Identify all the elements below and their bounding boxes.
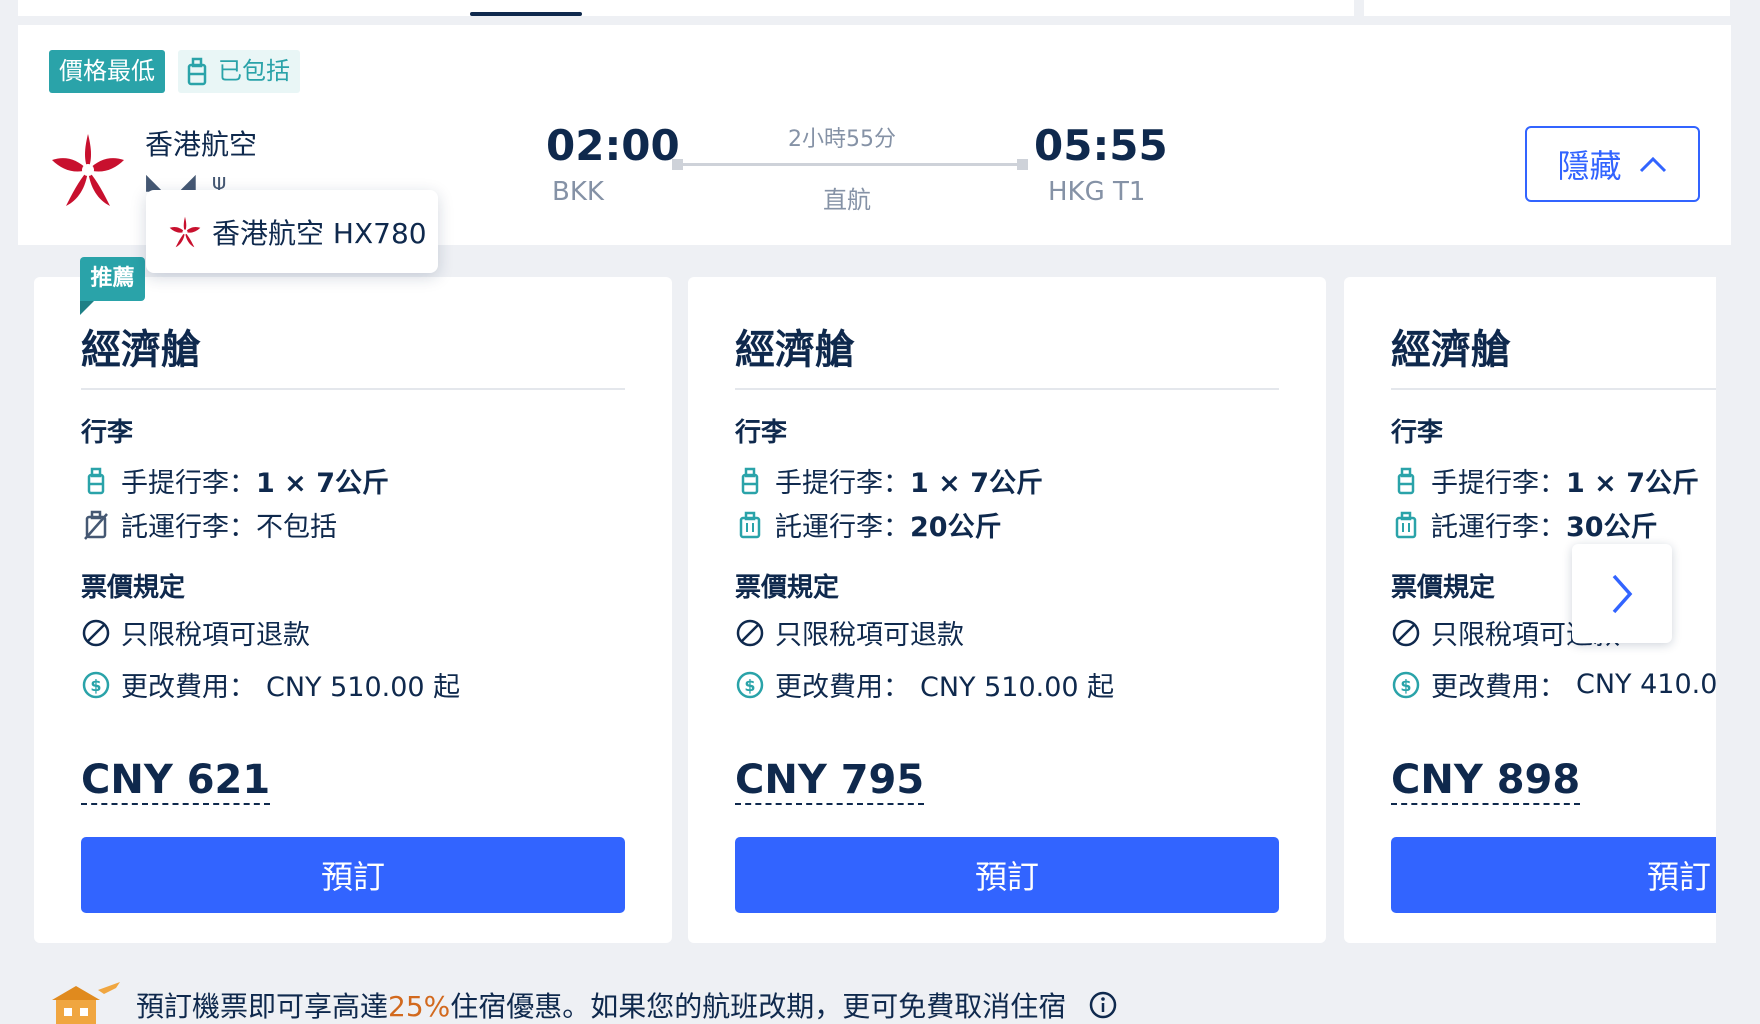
fare-card: 經濟艙 行李 手提行李： 1 × 7公斤 託運行李： 不包括 票價規定 只限稅項可退… bbox=[34, 277, 672, 943]
book-button[interactable]: 預訂 bbox=[1391, 837, 1716, 913]
cabin-class: 經濟艙 bbox=[735, 327, 855, 373]
fare-rules-heading: 票價規定 bbox=[81, 573, 186, 603]
hong-kong-airlines-logo-icon bbox=[169, 216, 201, 247]
no-checked-bag-icon bbox=[84, 510, 108, 540]
book-button[interactable]: 預訂 bbox=[81, 837, 625, 913]
tooltip-text: 香港航空 HX780 bbox=[212, 216, 427, 250]
divider bbox=[81, 388, 625, 390]
baggage-heading: 行李 bbox=[1391, 418, 1444, 448]
checked-bag-row: 託運行李： 不包括 bbox=[81, 505, 337, 544]
no-refund-icon bbox=[1392, 619, 1420, 646]
hotel-promo-banner: 預訂機票即可享高達25%住宿優惠。如果您的航班改期，更可免費取消住宿 bbox=[50, 980, 1118, 1024]
luggage-icon bbox=[87, 467, 105, 494]
hide-details-button[interactable]: 隱藏 bbox=[1525, 126, 1700, 202]
fare-price[interactable]: CNY 795 bbox=[735, 757, 925, 805]
fare-rules-heading: 票價規定 bbox=[1391, 573, 1496, 603]
svg-text:$: $ bbox=[90, 676, 101, 695]
carry-on-value: 1 × 7公斤 bbox=[910, 468, 1043, 499]
carry-on-value: 1 × 7公斤 bbox=[1566, 468, 1699, 499]
checked-bag-label: 託運行李： bbox=[1431, 512, 1566, 543]
tab-background-left[interactable] bbox=[18, 0, 1354, 16]
luggage-icon bbox=[1397, 467, 1415, 494]
carry-on-label: 手提行李： bbox=[1431, 468, 1566, 499]
route-line bbox=[672, 159, 1028, 170]
hotel-plane-icon bbox=[52, 982, 120, 1024]
info-icon[interactable] bbox=[1088, 990, 1118, 1020]
departure-time: 02:00 bbox=[546, 121, 680, 170]
checked-bag-value: 20公斤 bbox=[910, 512, 1002, 543]
cabin-class: 經濟艙 bbox=[1391, 327, 1511, 373]
svg-text:$: $ bbox=[744, 676, 755, 695]
recommended-badge: 推薦 bbox=[80, 257, 145, 315]
refund-rule-row: 只限稅項可退款 bbox=[81, 613, 310, 652]
fare-card: 經濟艙 行李 手提行李： 1 × 7公斤 託運行李： 20公斤 票價規定 只限稅項可… bbox=[688, 277, 1326, 943]
departure-airport: BKK bbox=[552, 177, 604, 207]
luggage-icon bbox=[187, 57, 207, 85]
checked-bag-icon bbox=[739, 511, 761, 538]
refund-rule-text: 只限稅項可退款 bbox=[775, 620, 964, 651]
carry-on-value: 1 × 7公斤 bbox=[256, 468, 389, 499]
change-fee-row: $ 更改費用： CNY 410.00 bbox=[1391, 665, 1716, 704]
baggage-heading: 行李 bbox=[735, 418, 788, 448]
airline-name: 香港航空 bbox=[145, 128, 258, 161]
svg-text:$: $ bbox=[1400, 676, 1411, 695]
change-fee-row: $ 更改費用： CNY 510.00 起 bbox=[81, 665, 460, 704]
hide-button-label: 隱藏 bbox=[1557, 147, 1622, 185]
included-tag: 已包括 bbox=[178, 50, 300, 93]
tab-background-right[interactable] bbox=[1364, 0, 1730, 16]
change-fee-row: $ 更改費用： CNY 510.00 起 bbox=[735, 665, 1114, 704]
promo-text: 預訂機票即可享高達25%住宿優惠。如果您的航班改期，更可免費取消住宿 bbox=[136, 985, 1066, 1024]
dollar-icon: $ bbox=[82, 671, 110, 698]
hong-kong-airlines-logo-icon bbox=[52, 134, 124, 206]
carry-on-label: 手提行李： bbox=[775, 468, 910, 499]
fare-price[interactable]: CNY 898 bbox=[1391, 757, 1581, 805]
luggage-icon bbox=[741, 467, 759, 494]
checked-bag-row: 託運行李： 20公斤 bbox=[735, 505, 1002, 544]
dollar-icon: $ bbox=[736, 671, 764, 698]
arrival-time: 05:55 bbox=[1034, 121, 1168, 170]
flight-duration: 2小時55分 bbox=[788, 127, 896, 152]
carry-on-row: 手提行李： 1 × 7公斤 bbox=[81, 461, 389, 500]
arrival-airport: HKG T1 bbox=[1048, 177, 1146, 207]
carry-on-row: 手提行李： 1 × 7公斤 bbox=[1391, 461, 1699, 500]
change-fee-label: 更改費用： bbox=[775, 672, 910, 703]
fare-price[interactable]: CNY 621 bbox=[81, 757, 271, 805]
divider bbox=[735, 388, 1279, 390]
refund-rule-text: 只限稅項可退款 bbox=[121, 620, 310, 651]
chevron-right-icon bbox=[1612, 574, 1633, 613]
checked-bag-value: 不包括 bbox=[256, 512, 337, 543]
checked-bag-icon bbox=[1395, 511, 1417, 538]
flight-number-tooltip: 香港航空 HX780 bbox=[146, 190, 438, 273]
book-button[interactable]: 預訂 bbox=[735, 837, 1279, 913]
no-refund-icon bbox=[82, 619, 110, 646]
checked-bag-row: 託運行李： 30公斤 bbox=[1391, 505, 1658, 544]
carry-on-row: 手提行李： 1 × 7公斤 bbox=[735, 461, 1043, 500]
baggage-heading: 行李 bbox=[81, 418, 134, 448]
chevron-up-icon bbox=[1639, 156, 1666, 173]
checked-bag-label: 託運行李： bbox=[121, 512, 256, 543]
cheapest-tag: 價格最低 bbox=[49, 50, 165, 93]
checked-bag-label: 託運行李： bbox=[775, 512, 910, 543]
change-fee-label: 更改費用： bbox=[121, 672, 256, 703]
promo-highlight: 25% bbox=[388, 990, 451, 1023]
promo-text-start: 預訂機票即可享高達 bbox=[136, 990, 389, 1023]
carousel-next-button[interactable] bbox=[1572, 544, 1672, 643]
checked-bag-value: 30公斤 bbox=[1566, 512, 1658, 543]
divider bbox=[1391, 388, 1716, 390]
dollar-icon: $ bbox=[1392, 671, 1420, 698]
promo-text-end: 住宿優惠。如果您的航班改期，更可免費取消住宿 bbox=[450, 990, 1067, 1023]
change-fee-value: CNY 510.00 起 bbox=[920, 672, 1115, 703]
flight-type: 直航 bbox=[823, 186, 871, 214]
active-tab-indicator bbox=[470, 12, 582, 16]
no-refund-icon bbox=[736, 619, 764, 646]
fare-rules-heading: 票價規定 bbox=[735, 573, 840, 603]
cabin-class: 經濟艙 bbox=[81, 327, 201, 373]
included-tag-label: 已包括 bbox=[218, 57, 290, 85]
change-fee-value: CNY 410.00 bbox=[1576, 669, 1716, 700]
carry-on-label: 手提行李： bbox=[121, 468, 256, 499]
change-fee-value: CNY 510.00 起 bbox=[266, 672, 461, 703]
change-fee-label: 更改費用： bbox=[1431, 672, 1566, 703]
refund-rule-row: 只限稅項可退款 bbox=[735, 613, 964, 652]
